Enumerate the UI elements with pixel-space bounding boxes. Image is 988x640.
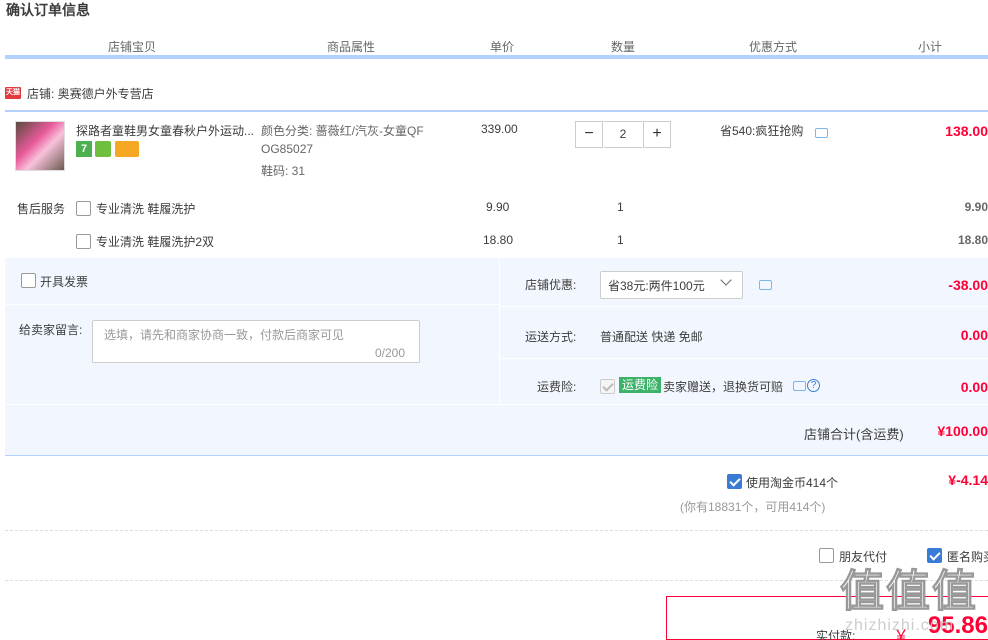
panel-divider	[5, 404, 988, 405]
watermark-logo: 值值值	[840, 567, 978, 617]
panel-divider	[5, 304, 499, 305]
product-color-attr: 颜色分类: 蔷薇红/汽灰-女童QF	[261, 124, 424, 138]
insurance-desc: 卖家赠送，退换货可赔	[663, 380, 784, 394]
message-icon[interactable]	[815, 128, 828, 138]
service-checkbox-1[interactable]	[76, 201, 91, 216]
service-subtotal-2: 18.80	[957, 233, 988, 247]
product-thumbnail[interactable]	[15, 121, 65, 171]
service-qty-2: 1	[617, 233, 624, 247]
seller-message-placeholder: 选填，请先和商家协商一致，付款后商家可见	[104, 328, 345, 342]
product-promotion: 省540:疯狂抢购	[720, 124, 804, 138]
product-price: 339.00	[481, 122, 518, 136]
use-coins-label: 使用淘金币414个	[746, 476, 839, 490]
service-name-2: 专业清洗 鞋履洗护2双	[96, 235, 215, 249]
header-divider	[5, 55, 988, 59]
insurance-tag: 运费险	[619, 377, 662, 393]
panel-divider-vertical	[499, 258, 500, 404]
shop-total-label: 店铺合计(含运费)	[804, 427, 904, 442]
service-price-1: 9.90	[486, 200, 510, 214]
message-icon[interactable]	[759, 280, 772, 290]
help-icon[interactable]: ?	[807, 379, 820, 392]
section-divider	[5, 530, 988, 531]
seven-day-return-icon: 7	[76, 141, 92, 157]
tmall-badge-icon: 天猫	[5, 87, 21, 99]
use-coins-checkbox[interactable]	[727, 474, 742, 489]
shop-discount-label: 店铺优惠:	[525, 278, 577, 292]
shop-divider	[5, 110, 988, 112]
friend-pay-checkbox[interactable]	[819, 548, 834, 563]
service-qty-1: 1	[617, 200, 624, 214]
coins-value: ¥-4.14	[948, 472, 988, 488]
invoice-label: 开具发票	[40, 275, 89, 289]
shop-discount-selected: 省38元:两件100元	[608, 279, 705, 293]
service-price-2: 18.80	[483, 233, 514, 247]
panel-divider	[500, 358, 988, 359]
coins-note: (你有18831个，可用414个)	[680, 500, 826, 514]
panel-divider	[500, 306, 988, 307]
qty-increase-button[interactable]: +	[643, 121, 671, 148]
warranty-icon	[95, 141, 111, 157]
watermark-url: zhizhizhi.com	[845, 617, 955, 634]
qty-decrease-button[interactable]: −	[575, 121, 603, 148]
page-title: 确认订单信息	[6, 2, 90, 18]
shop-name[interactable]: 店铺: 奥赛德户外专营店	[27, 85, 154, 102]
insurance-label: 运费险:	[537, 380, 577, 394]
product-title-link[interactable]: 探路者童鞋男女童春秋户外运动...	[76, 122, 254, 139]
service-subtotal-1: 9.90	[964, 200, 988, 214]
qty-input[interactable]: 2	[604, 121, 642, 148]
seller-message-label: 给卖家留言:	[19, 323, 83, 337]
shop-discount-value: -38.00	[948, 277, 988, 293]
message-icon[interactable]	[793, 381, 806, 391]
service-checkbox-2[interactable]	[76, 234, 91, 249]
shipping-method: 普通配送 快递 免邮	[600, 330, 703, 344]
shipping-value: 0.00	[960, 327, 988, 343]
seller-message-count: 0/200	[375, 346, 406, 360]
insurance-value: 0.00	[960, 379, 988, 395]
service-name-1: 专业清洗 鞋履洗护	[96, 202, 196, 216]
insurance-checkbox	[600, 379, 615, 394]
shipping-label: 运送方式:	[525, 330, 577, 344]
after-sales-label: 售后服务	[17, 202, 66, 216]
product-size-attr: 鞋码: 31	[261, 164, 306, 178]
credit-card-icon	[115, 141, 139, 157]
product-color-attr-cont: OG85027	[261, 142, 314, 156]
shop-total-value: ¥100.00	[937, 423, 988, 439]
invoice-checkbox[interactable]	[21, 273, 36, 288]
product-subtotal: 138.00	[945, 123, 988, 139]
